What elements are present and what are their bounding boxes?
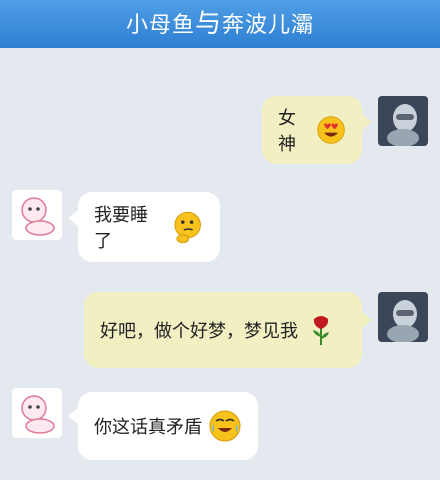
bubble-tail-2 — [68, 210, 78, 226]
bubble-tail-3 — [362, 312, 372, 328]
robot-avatar-icon — [378, 292, 428, 342]
robot-avatar-icon — [378, 96, 428, 146]
message-text-1: 女神 — [278, 108, 296, 155]
my-avatar-2[interactable] — [378, 292, 428, 342]
message-bubble-1[interactable]: 女神 — [262, 96, 362, 164]
heart-eyes-emoji-icon — [317, 116, 345, 144]
contact-avatar-1[interactable] — [12, 190, 62, 240]
cartoon-avatar-icon — [12, 190, 62, 240]
crying-laughing-emoji-icon — [209, 410, 241, 442]
my-avatar-1[interactable] — [378, 96, 428, 146]
rose-icon — [313, 316, 329, 345]
message-bubble-2[interactable]: 我要睡了 — [78, 192, 220, 262]
message-text-4: 你这话真矛盾 — [94, 417, 202, 438]
message-text-3: 好吧，做个好梦，梦见我 — [100, 321, 298, 342]
chat-title-connector: 与 — [194, 9, 222, 39]
cartoon-avatar-icon — [12, 388, 62, 438]
message-text-2: 我要睡了 — [94, 205, 148, 252]
contact-avatar-2[interactable] — [12, 388, 62, 438]
bubble-tail-1 — [362, 114, 372, 130]
chat-title-bar: 小母鱼与奔波儿灞 — [0, 0, 440, 48]
chat-title-part1: 小母鱼 — [125, 13, 195, 38]
bubble-tail-4 — [68, 408, 78, 424]
chat-title-part2: 奔波儿灞 — [222, 13, 315, 38]
message-bubble-3[interactable]: 好吧，做个好梦，梦见我 — [84, 292, 362, 368]
thinking-emoji-icon — [174, 211, 201, 244]
message-bubble-4[interactable]: 你这话真矛盾 — [78, 392, 258, 460]
